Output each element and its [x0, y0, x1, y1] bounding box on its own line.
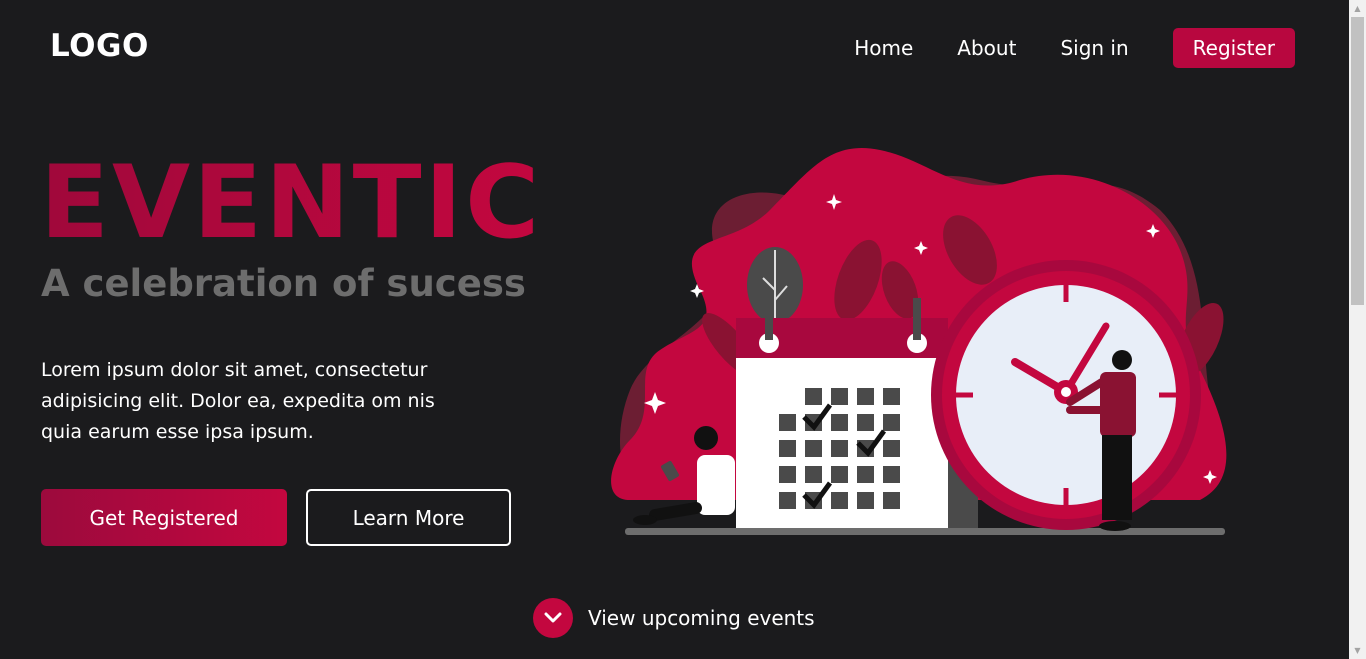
- nav-home-link[interactable]: Home: [854, 36, 913, 60]
- view-upcoming-events-label[interactable]: View upcoming events: [588, 606, 815, 630]
- nav-about-link[interactable]: About: [957, 36, 1016, 60]
- scrollbar-thumb[interactable]: [1351, 17, 1364, 305]
- chevron-down-icon[interactable]: [533, 598, 573, 638]
- nav-signin-link[interactable]: Sign in: [1060, 36, 1128, 60]
- scroll-down-icon[interactable]: ▼: [1349, 642, 1366, 659]
- landing-page: LOGO Home About Sign in Register EVENTIC…: [0, 0, 1349, 659]
- learn-more-button[interactable]: Learn More: [306, 489, 511, 546]
- register-button[interactable]: Register: [1172, 28, 1295, 68]
- hero-title: EVENTIC: [40, 142, 542, 263]
- view-upcoming-events-link[interactable]: View upcoming events: [533, 598, 815, 638]
- hero-subtitle: A celebration of sucess: [41, 262, 526, 305]
- clock-icon: [931, 260, 1201, 530]
- hero-illustration: [611, 148, 1227, 535]
- hero-description: Lorem ipsum dolor sit amet, consectetur …: [41, 359, 435, 443]
- main-nav: Home About Sign in Register: [810, 28, 1295, 68]
- logo[interactable]: LOGO: [50, 28, 149, 64]
- ground-line: [625, 528, 1225, 535]
- vertical-scrollbar[interactable]: ▲ ▼: [1349, 0, 1366, 659]
- scroll-up-icon[interactable]: ▲: [1349, 0, 1366, 17]
- get-registered-button[interactable]: Get Registered: [41, 489, 287, 546]
